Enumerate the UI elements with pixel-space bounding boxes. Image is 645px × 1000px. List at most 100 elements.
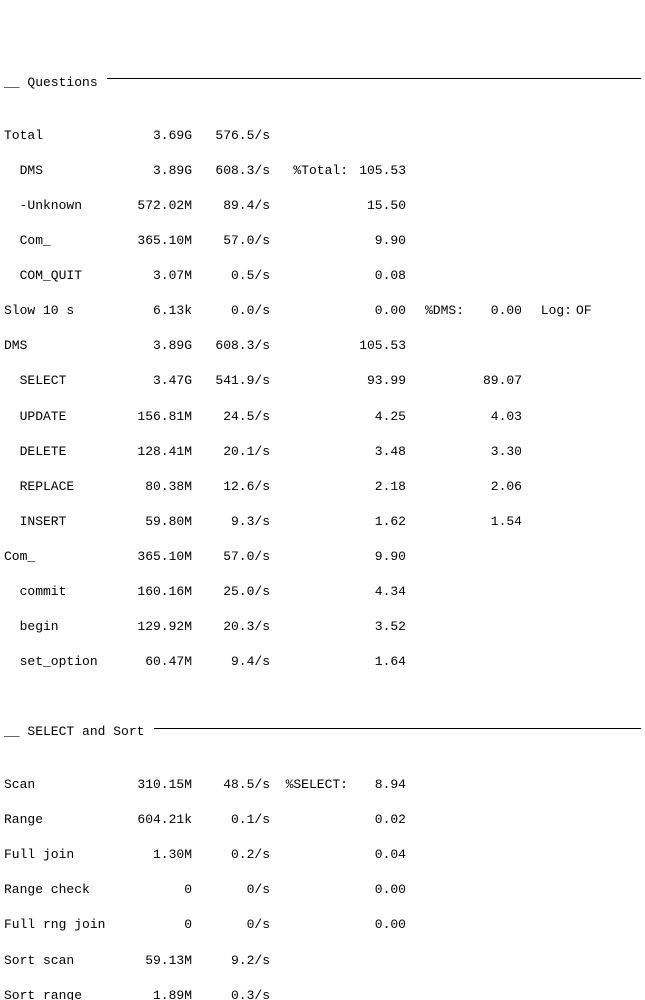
pct-total-update: 4.25 (348, 408, 406, 426)
pct-select-fulljoin: 0.04 (348, 846, 406, 864)
pct-total-unknown: 15.50 (348, 197, 406, 215)
rate-select: 541.9/s (192, 372, 270, 390)
rate-slow: 0.0/s (192, 302, 270, 320)
pct-select-range: 0.02 (348, 811, 406, 829)
pct-total-label: %Total: (270, 162, 348, 180)
row-com2: Com_ 365.10M 57.0/s 9.90 (4, 548, 641, 566)
pct-total-delete: 3.48 (348, 443, 406, 461)
row-rngcheck: Range check 0 0/s 0.00 (4, 881, 641, 899)
pct-select-scan: 8.94 (348, 776, 406, 794)
rate-fullrng: 0/s (192, 916, 270, 934)
count-commit: 160.16M (114, 583, 192, 601)
label-sortrange: Sort range (4, 987, 114, 1000)
pct-dms-select: 89.07 (464, 372, 522, 390)
row-slow: Slow 10 s 6.13k 0.0/s 0.00 %DMS: 0.00 Lo… (4, 302, 641, 320)
pct-select-fullrng: 0.00 (348, 916, 406, 934)
rate-begin: 20.3/s (192, 618, 270, 636)
row-delete: DELETE 128.41M 20.1/s 3.48 3.30 (4, 443, 641, 461)
rate-update: 24.5/s (192, 408, 270, 426)
section-questions-header: __ Questions (4, 74, 641, 92)
label-select: SELECT (4, 372, 114, 390)
label-delete: DELETE (4, 443, 114, 461)
row-total: Total 3.69G 576.5/s (4, 127, 641, 145)
count-slow: 6.13k (114, 302, 192, 320)
pct-dms-update: 4.03 (464, 408, 522, 426)
row-fullrng: Full rng join 0 0/s 0.00 (4, 916, 641, 934)
pct-dms-slow: 0.00 (464, 302, 522, 320)
section-selectsort-header: __ SELECT and Sort (4, 723, 641, 741)
label-unknown: -Unknown (4, 197, 114, 215)
rate-setopt: 9.4/s (192, 653, 270, 671)
pct-dms-replace: 2.06 (464, 478, 522, 496)
pct-dms-insert: 1.54 (464, 513, 522, 531)
rate-delete: 20.1/s (192, 443, 270, 461)
rate-range: 0.1/s (192, 811, 270, 829)
label-total: Total (4, 127, 114, 145)
section-selectsort-lead: __ SELECT and Sort (4, 723, 152, 741)
section-questions-lead: __ Questions (4, 74, 105, 92)
count-com: 365.10M (114, 232, 192, 250)
rate-scan: 48.5/s (192, 776, 270, 794)
label-fulljoin: Full join (4, 846, 114, 864)
pct-total-replace: 2.18 (348, 478, 406, 496)
row-fulljoin: Full join 1.30M 0.2/s 0.04 (4, 846, 641, 864)
pct-total-com: 9.90 (348, 232, 406, 250)
label-insert: INSERT (4, 513, 114, 531)
count-com2: 365.10M (114, 548, 192, 566)
section-questions-rule (107, 78, 641, 79)
rate-sortrange: 0.3/s (192, 987, 270, 1000)
label-update: UPDATE (4, 408, 114, 426)
label-dms2: DMS (4, 337, 114, 355)
row-update: UPDATE 156.81M 24.5/s 4.25 4.03 (4, 408, 641, 426)
count-insert: 59.80M (114, 513, 192, 531)
count-fullrng: 0 (114, 916, 192, 934)
rate-insert: 9.3/s (192, 513, 270, 531)
log-value: OF (572, 302, 606, 320)
count-begin: 129.92M (114, 618, 192, 636)
row-sortscan: Sort scan 59.13M 9.2/s (4, 952, 641, 970)
count-dms: 3.89G (114, 162, 192, 180)
rate-dms2: 608.3/s (192, 337, 270, 355)
pct-total-com2: 9.90 (348, 548, 406, 566)
pct-dms-delete: 3.30 (464, 443, 522, 461)
row-scan: Scan 310.15M 48.5/s %SELECT: 8.94 (4, 776, 641, 794)
count-update: 156.81M (114, 408, 192, 426)
count-range: 604.21k (114, 811, 192, 829)
pct-total-slow: 0.00 (348, 302, 406, 320)
label-slow: Slow 10 s (4, 302, 114, 320)
label-begin: begin (4, 618, 114, 636)
pct-total-select: 93.99 (348, 372, 406, 390)
count-fulljoin: 1.30M (114, 846, 192, 864)
row-comquit: COM_QUIT 3.07M 0.5/s 0.08 (4, 267, 641, 285)
count-delete: 128.41M (114, 443, 192, 461)
pct-total-setopt: 1.64 (348, 653, 406, 671)
row-dms: DMS 3.89G 608.3/s %Total: 105.53 (4, 162, 641, 180)
row-replace: REPLACE 80.38M 12.6/s 2.18 2.06 (4, 478, 641, 496)
rate-rngcheck: 0/s (192, 881, 270, 899)
row-begin: begin 129.92M 20.3/s 3.52 (4, 618, 641, 636)
count-rngcheck: 0 (114, 881, 192, 899)
label-setopt: set_option (4, 653, 114, 671)
rate-total: 576.5/s (192, 127, 270, 145)
rate-unknown: 89.4/s (192, 197, 270, 215)
pct-total-dms2: 105.53 (348, 337, 406, 355)
rate-com2: 57.0/s (192, 548, 270, 566)
rate-fulljoin: 0.2/s (192, 846, 270, 864)
label-com2: Com_ (4, 548, 114, 566)
pct-total-comquit: 0.08 (348, 267, 406, 285)
row-select: SELECT 3.47G 541.9/s 93.99 89.07 (4, 372, 641, 390)
label-replace: REPLACE (4, 478, 114, 496)
log-label: Log: (522, 302, 572, 320)
label-fullrng: Full rng join (4, 916, 114, 934)
label-sortscan: Sort scan (4, 952, 114, 970)
row-setopt: set_option 60.47M 9.4/s 1.64 (4, 653, 641, 671)
pct-select-label: %SELECT: (270, 776, 348, 794)
rate-commit: 25.0/s (192, 583, 270, 601)
count-unknown: 572.02M (114, 197, 192, 215)
rate-replace: 12.6/s (192, 478, 270, 496)
count-total: 3.69G (114, 127, 192, 145)
pct-total-dms: 105.53 (348, 162, 406, 180)
label-comquit: COM_QUIT (4, 267, 114, 285)
row-com: Com_ 365.10M 57.0/s 9.90 (4, 232, 641, 250)
pct-total-insert: 1.62 (348, 513, 406, 531)
